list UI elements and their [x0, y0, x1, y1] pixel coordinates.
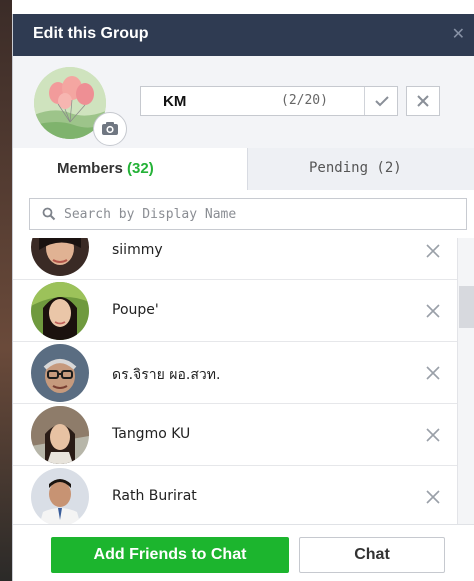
tab-pending-label: Pending (2) — [309, 160, 402, 176]
avatar — [31, 468, 89, 524]
checkmark-icon — [375, 96, 389, 107]
member-name: Tangmo KU — [112, 426, 191, 442]
change-photo-button[interactable] — [93, 112, 127, 146]
cancel-name-button[interactable] — [406, 86, 440, 116]
group-name-value[interactable]: KM — [163, 93, 186, 110]
group-header: KM (2/20) — [13, 56, 474, 163]
tab-pending[interactable]: Pending (2) — [248, 148, 474, 191]
dialog-footer: Add Friends to Chat Chat — [13, 524, 474, 581]
remove-member-icon[interactable] — [424, 426, 442, 444]
dialog-title: Edit this Group — [33, 25, 149, 42]
tab-members-count: (32) — [127, 160, 154, 177]
member-list: siimmy Poupe' ดร.จิราย ผอ.สวท. Tangmo KU… — [13, 238, 457, 524]
avatar — [31, 238, 89, 276]
chat-button[interactable]: Chat — [299, 537, 445, 573]
member-name: Poupe' — [112, 302, 159, 318]
member-name: ดร.จิราย ผอ.สวท. — [112, 367, 221, 383]
tab-members[interactable]: Members (32) — [13, 148, 248, 190]
confirm-name-button[interactable] — [364, 87, 399, 115]
list-item[interactable]: Tangmo KU — [13, 404, 457, 466]
background-window-edge — [0, 0, 12, 581]
group-name-field[interactable]: KM (2/20) — [140, 86, 398, 116]
avatar — [31, 406, 89, 464]
member-name: siimmy — [112, 242, 163, 258]
remove-member-icon[interactable] — [424, 302, 442, 320]
member-list-scrollbar[interactable] — [457, 238, 474, 524]
edit-group-dialog: Edit this Group ✕ KM (2/20) Members (32)… — [12, 14, 474, 581]
search-input[interactable] — [64, 199, 454, 229]
scrollbar-thumb[interactable] — [459, 286, 474, 328]
add-friends-to-chat-button[interactable]: Add Friends to Chat — [51, 537, 289, 573]
tab-members-text: Members — [57, 160, 123, 177]
search-bar — [13, 190, 474, 239]
close-icon[interactable]: ✕ — [452, 24, 465, 44]
list-item[interactable]: Poupe' — [13, 280, 457, 342]
remove-member-icon[interactable] — [424, 488, 442, 506]
list-item[interactable]: Rath Burirat — [13, 466, 457, 524]
member-tabs: Members (32) Pending (2) — [13, 148, 474, 191]
search-box[interactable] — [29, 198, 467, 230]
avatar — [31, 282, 89, 340]
close-icon — [417, 95, 429, 107]
list-item[interactable]: ดร.จิราย ผอ.สวท. — [13, 342, 457, 404]
remove-member-icon[interactable] — [424, 364, 442, 382]
remove-member-icon[interactable] — [424, 242, 442, 260]
search-icon — [42, 207, 56, 221]
list-item[interactable]: siimmy — [13, 238, 457, 280]
dialog-titlebar: Edit this Group ✕ — [13, 14, 474, 56]
avatar — [31, 344, 89, 402]
group-name-char-count: (2/20) — [281, 93, 328, 108]
tab-members-label: Members (32) — [57, 160, 154, 177]
camera-icon — [102, 122, 118, 135]
member-name: Rath Burirat — [112, 488, 197, 504]
